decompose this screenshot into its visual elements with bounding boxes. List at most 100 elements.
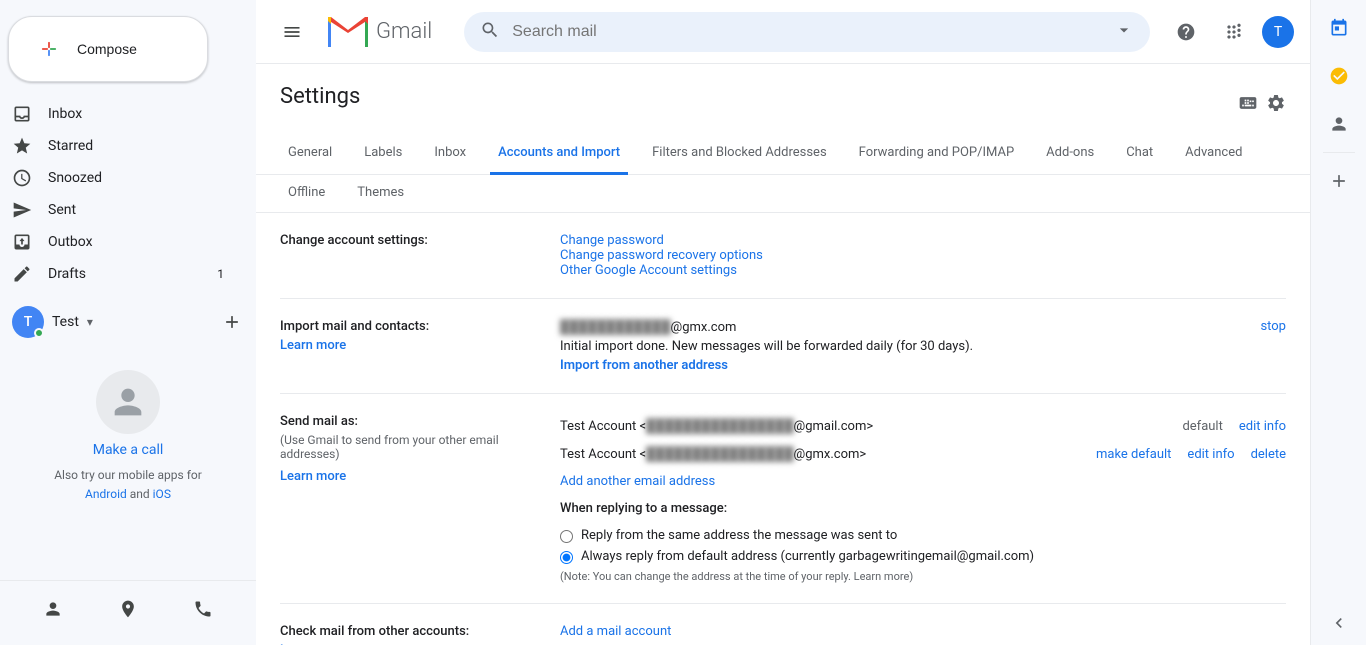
tab-accounts[interactable]: Accounts and Import xyxy=(490,133,628,175)
avatar[interactable]: T xyxy=(12,306,44,338)
avatar-letter: T xyxy=(24,314,33,330)
tab-inbox[interactable]: Inbox xyxy=(426,133,474,175)
snoozed-label: Snoozed xyxy=(48,170,224,186)
settings-content: Change account settings: Change password… xyxy=(256,213,1310,645)
search-icon xyxy=(480,20,500,44)
profile-letter: T xyxy=(1274,24,1282,40)
check-mail-content: Add a mail account xyxy=(560,624,1286,645)
hamburger-icon[interactable] xyxy=(272,12,312,52)
gmail-logo: Gmail xyxy=(328,17,432,47)
send-account-1-actions: default edit info xyxy=(1182,419,1286,434)
tab-offline[interactable]: Offline xyxy=(280,175,333,213)
android-link[interactable]: Android xyxy=(85,487,127,501)
right-panel-divider xyxy=(1323,152,1355,153)
sidebar-item-inbox[interactable]: Inbox xyxy=(0,98,240,130)
contacts-bottom-icon[interactable] xyxy=(33,589,73,629)
compose-button[interactable]: Compose xyxy=(8,16,208,82)
settings-header: Settings xyxy=(256,64,1310,125)
search-input[interactable] xyxy=(512,23,1102,41)
nav-menu: Inbox Starred Snoozed Sent xyxy=(0,98,256,290)
import-another-link[interactable]: Import from another address xyxy=(560,358,728,373)
search-bar[interactable] xyxy=(464,12,1150,52)
edit-info-link-1[interactable]: edit info xyxy=(1239,419,1286,434)
sidebar-item-starred[interactable]: Starred xyxy=(0,130,240,162)
user-name: Test xyxy=(52,314,79,330)
outbox-label: Outbox xyxy=(48,234,224,250)
import-learn-more-link[interactable]: Learn more xyxy=(280,338,346,353)
search-dropdown-icon[interactable] xyxy=(1114,20,1134,44)
apps-icon[interactable] xyxy=(1214,12,1254,52)
sidebar-item-outbox[interactable]: Outbox xyxy=(0,226,240,258)
edit-info-link-2[interactable]: edit info xyxy=(1187,447,1234,462)
expand-panel-icon[interactable] xyxy=(1329,613,1349,637)
user-section: T Test ▾ xyxy=(0,298,256,346)
delete-link[interactable]: delete xyxy=(1251,447,1286,462)
add-panel-icon[interactable] xyxy=(1319,161,1359,201)
sidebar-item-snoozed[interactable]: Snoozed xyxy=(0,162,240,194)
tab-advanced[interactable]: Advanced xyxy=(1177,133,1250,175)
sidebar: Compose Inbox Starred Snoozed xyxy=(0,0,256,645)
tab-chat[interactable]: Chat xyxy=(1118,133,1161,175)
add-account-button[interactable] xyxy=(220,310,244,334)
settings-title: Settings xyxy=(280,84,360,109)
user-profile-icon[interactable]: T xyxy=(1262,16,1294,48)
change-account-content: Change password Change password recovery… xyxy=(560,233,1286,278)
tab-addons[interactable]: Add-ons xyxy=(1038,133,1102,175)
user-dropdown-icon[interactable]: ▾ xyxy=(87,315,93,329)
starred-label: Starred xyxy=(48,138,224,154)
user-status-dot xyxy=(34,328,44,338)
reply-radio-same[interactable] xyxy=(560,530,573,543)
import-status: Initial import done. New messages will b… xyxy=(560,339,1236,354)
call-section: Make a call Also try our mobile apps for… xyxy=(0,354,256,520)
inbox-icon xyxy=(12,104,32,124)
keyboard-shortcut-icon[interactable] xyxy=(1238,93,1258,117)
make-call-link[interactable]: Make a call xyxy=(93,442,164,458)
tab-labels[interactable]: Labels xyxy=(356,133,410,175)
import-email-domain: @gmx.com xyxy=(671,320,737,335)
default-label: default xyxy=(1182,419,1222,434)
ios-link[interactable]: iOS xyxy=(153,487,171,501)
contacts-panel-icon[interactable] xyxy=(1319,104,1359,144)
import-stop-link[interactable]: stop xyxy=(1260,319,1286,334)
send-account-1: Test Account <████████████████@gmail.com… xyxy=(560,414,1286,438)
settings-area: Settings General Labels Inbox Acc xyxy=(256,64,1310,645)
reply-options: Reply from the same address the message … xyxy=(560,528,1286,564)
star-icon xyxy=(12,136,32,156)
mobile-apps-text: Also try our mobile apps for Android and… xyxy=(54,466,202,504)
tab-forwarding[interactable]: Forwarding and POP/IMAP xyxy=(851,133,1023,175)
reply-label: When replying to a message: xyxy=(560,501,1286,516)
reply-option-default: Always reply from default address (curre… xyxy=(560,549,1286,564)
other-settings-link[interactable]: Other Google Account settings xyxy=(560,263,737,278)
reply-radio-default[interactable] xyxy=(560,551,573,564)
reply-option-same: Reply from the same address the message … xyxy=(560,528,1286,543)
check-mail-row: Check mail from other accounts: Learn mo… xyxy=(280,604,1286,645)
location-bottom-icon[interactable] xyxy=(108,589,148,629)
settings-tabs: General Labels Inbox Accounts and Import… xyxy=(256,133,1310,175)
add-mail-account-link[interactable]: Add a mail account xyxy=(560,624,671,639)
tab-themes[interactable]: Themes xyxy=(349,175,412,213)
send-mail-row: Send mail as: (Use Gmail to send from yo… xyxy=(280,394,1286,604)
tasks-panel-icon[interactable] xyxy=(1319,56,1359,96)
tab-general[interactable]: General xyxy=(280,133,340,175)
send-mail-learn-more-link[interactable]: Learn more xyxy=(280,469,346,484)
compose-label: Compose xyxy=(77,41,137,57)
sidebar-item-drafts[interactable]: Drafts 1 xyxy=(0,258,240,290)
compose-plus-icon xyxy=(33,33,65,65)
phone-bottom-icon[interactable] xyxy=(183,589,223,629)
change-password-link[interactable]: Change password xyxy=(560,233,664,248)
draft-icon xyxy=(12,264,32,284)
inbox-label: Inbox xyxy=(48,106,224,122)
change-recovery-link[interactable]: Change password recovery options xyxy=(560,248,763,263)
help-icon[interactable] xyxy=(1166,12,1206,52)
settings-gear-icon[interactable] xyxy=(1266,93,1286,117)
make-default-link[interactable]: make default xyxy=(1096,447,1171,462)
sidebar-item-sent[interactable]: Sent xyxy=(0,194,240,226)
add-email-link[interactable]: Add another email address xyxy=(560,474,715,489)
topbar: Gmail T xyxy=(256,0,1310,64)
change-account-label: Change account settings: xyxy=(280,233,560,278)
bottom-icons xyxy=(0,580,256,637)
right-panel xyxy=(1310,0,1366,645)
tab-filters[interactable]: Filters and Blocked Addresses xyxy=(644,133,835,175)
drafts-label: Drafts xyxy=(48,266,201,282)
calendar-panel-icon[interactable] xyxy=(1319,8,1359,48)
